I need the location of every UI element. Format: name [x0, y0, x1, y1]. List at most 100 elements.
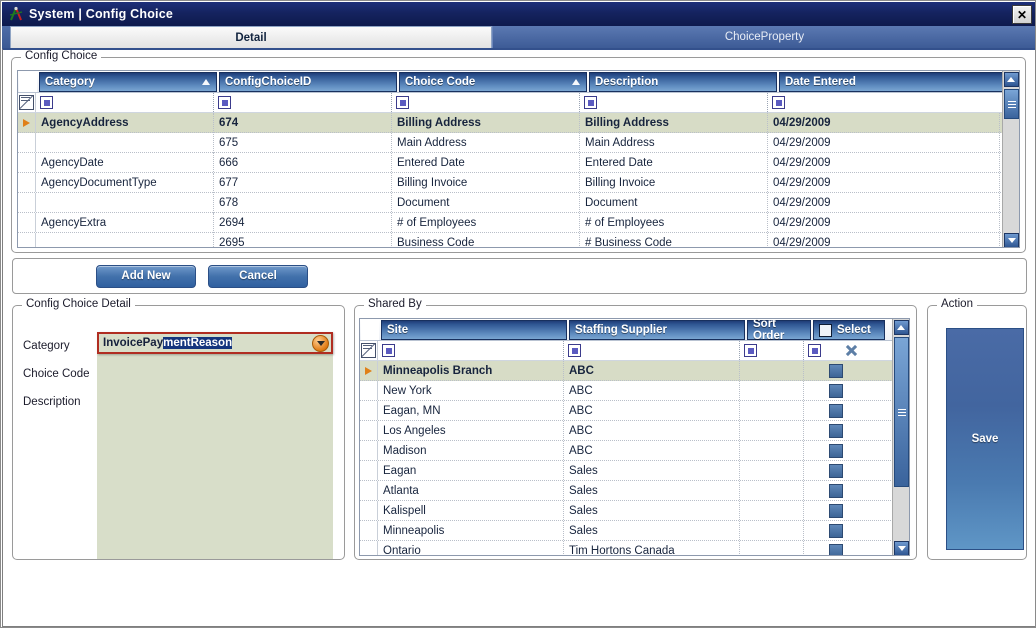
cell-select[interactable]	[804, 361, 876, 380]
cell-sort-order[interactable]	[740, 421, 804, 440]
table-row[interactable]: AgencyAddress 674 Billing Address Billing A…	[18, 113, 1019, 133]
clear-filter-icon[interactable]	[361, 343, 376, 358]
row-indicator-cell[interactable]	[18, 133, 36, 152]
category-combobox[interactable]: InvoicePaymentReason	[97, 332, 333, 354]
add-new-button[interactable]: Add New	[96, 264, 196, 288]
row-indicator-cell[interactable]	[360, 461, 378, 480]
cell-select[interactable]	[804, 521, 876, 540]
row-indicator-cell[interactable]	[360, 521, 378, 540]
column-header-sort-order[interactable]: Sort Order	[747, 319, 811, 342]
scroll-down-button[interactable]	[1004, 233, 1019, 247]
row-select-checkbox[interactable]	[828, 443, 843, 458]
row-indicator-cell[interactable]	[360, 541, 378, 555]
config-choice-vertical-scrollbar[interactable]	[1002, 71, 1019, 247]
cell-site[interactable]: New York	[378, 381, 564, 400]
row-indicator-cell[interactable]	[18, 153, 36, 172]
cell-site[interactable]: Kalispell	[378, 501, 564, 520]
filter-button-select[interactable]	[808, 344, 821, 357]
select-all-checkbox[interactable]	[819, 323, 832, 337]
table-row[interactable]: Kalispell Sales	[360, 501, 909, 521]
close-icon[interactable]: ✕	[1012, 5, 1032, 24]
cell-select[interactable]	[804, 441, 876, 460]
table-row[interactable]: AgencyDocumentType 677 Billing Invoice Bill…	[18, 173, 1019, 193]
chevron-down-icon[interactable]	[312, 334, 329, 352]
cell-sort-order[interactable]	[740, 441, 804, 460]
cell-date-entered[interactable]: 04/29/2009	[768, 113, 1000, 132]
table-row[interactable]: Los Angeles ABC	[360, 421, 909, 441]
cell-site[interactable]: Madison	[378, 441, 564, 460]
row-indicator-cell[interactable]	[18, 193, 36, 212]
row-indicator-cell[interactable]	[360, 441, 378, 460]
table-row[interactable]: 2695 Business Code # Business Code 04/29/20…	[18, 232, 1019, 247]
table-row[interactable]: AgencyExtra 2694 # of Employees # of Employ…	[18, 213, 1019, 233]
cell-staffing-supplier[interactable]: ABC	[564, 361, 740, 380]
row-select-checkbox[interactable]	[828, 543, 843, 555]
table-row[interactable]: Ontario Tim Hortons Canada	[360, 541, 909, 555]
cell-staffing-supplier[interactable]: Sales	[564, 481, 740, 500]
cell-choice-code[interactable]: Entered Date	[392, 153, 580, 172]
save-button[interactable]: Save	[946, 328, 1024, 550]
row-select-checkbox[interactable]	[828, 503, 843, 518]
tab-choiceproperty[interactable]: ChoiceProperty	[492, 26, 1035, 48]
cell-choice-code[interactable]: # of Employees	[392, 213, 580, 232]
cell-category[interactable]: AgencyExtra	[36, 213, 214, 233]
cell-select[interactable]	[804, 461, 876, 480]
filter-button-configchoiceid[interactable]	[218, 96, 231, 109]
shared-by-vertical-scrollbar[interactable]	[892, 319, 909, 555]
table-row[interactable]: New York ABC	[360, 381, 909, 401]
row-select-checkbox[interactable]	[828, 523, 843, 538]
cell-date-entered[interactable]: 04/29/2009	[768, 193, 1000, 212]
row-indicator-cell[interactable]	[360, 361, 378, 380]
cell-site[interactable]: Ontario	[378, 541, 564, 555]
cell-configchoiceid[interactable]: 674	[214, 113, 392, 132]
cell-description[interactable]: Billing Invoice	[580, 173, 768, 192]
cell-date-entered[interactable]: 04/29/2009	[768, 213, 1000, 232]
cell-configchoiceid[interactable]: 2695	[214, 233, 392, 247]
row-select-checkbox[interactable]	[828, 383, 843, 398]
table-row[interactable]: Eagan, MN ABC	[360, 401, 909, 421]
cell-date-entered[interactable]: 04/29/2009	[768, 173, 1000, 192]
column-header-configchoiceid[interactable]: ConfigChoiceID	[219, 72, 397, 92]
scroll-down-button[interactable]	[894, 541, 909, 555]
cell-choice-code[interactable]: Billing Address	[392, 113, 580, 132]
cell-staffing-supplier[interactable]: Sales	[564, 461, 740, 480]
cell-date-entered[interactable]: 04/29/2009	[768, 153, 1000, 172]
cell-staffing-supplier[interactable]: ABC	[564, 381, 740, 400]
clear-selection-icon[interactable]	[845, 344, 858, 357]
cell-select[interactable]	[804, 481, 876, 500]
filter-button-date-entered[interactable]	[772, 96, 785, 109]
table-row[interactable]: Atlanta Sales	[360, 481, 909, 501]
cell-site[interactable]: Minneapolis Branch	[378, 361, 564, 380]
row-indicator-cell[interactable]	[360, 501, 378, 520]
cell-choice-code[interactable]: Billing Invoice	[392, 173, 580, 192]
cell-sort-order[interactable]	[740, 541, 804, 555]
row-indicator-cell[interactable]	[18, 233, 36, 247]
shared-by-grid[interactable]: Site Staffing Supplier Sort Order Select	[359, 318, 910, 556]
cell-select[interactable]	[804, 421, 876, 440]
shared-by-filter-row[interactable]	[360, 341, 909, 361]
cell-sort-order[interactable]	[740, 381, 804, 400]
cell-sort-order[interactable]	[740, 361, 804, 380]
column-header-description[interactable]: Description	[589, 72, 777, 92]
row-select-checkbox[interactable]	[828, 403, 843, 418]
cell-select[interactable]	[804, 541, 876, 555]
cell-staffing-supplier[interactable]: ABC	[564, 441, 740, 460]
cell-staffing-supplier[interactable]: ABC	[564, 401, 740, 420]
scrollbar-thumb[interactable]	[1004, 89, 1019, 119]
row-select-checkbox[interactable]	[828, 463, 843, 478]
cell-sort-order[interactable]	[740, 481, 804, 500]
row-select-checkbox[interactable]	[828, 423, 843, 438]
scrollbar-thumb[interactable]	[894, 337, 909, 487]
table-row[interactable]: AgencyDate 666 Entered Date Entered Date 04/…	[18, 153, 1019, 173]
scroll-up-button[interactable]	[1003, 72, 1019, 87]
filter-button-sort-order[interactable]	[744, 344, 757, 357]
cell-select[interactable]	[804, 381, 876, 400]
cell-description[interactable]: Main Address	[580, 133, 768, 152]
cell-description[interactable]: # Business Code	[580, 233, 768, 247]
cell-site[interactable]: Eagan, MN	[378, 401, 564, 420]
filter-button-choice-code[interactable]	[396, 96, 409, 109]
shared-by-grid-body[interactable]: Minneapolis Branch ABC New York ABC Eagan, M…	[360, 361, 909, 555]
column-header-site[interactable]: Site	[381, 320, 567, 340]
filter-button-description[interactable]	[584, 96, 597, 109]
cell-site[interactable]: Eagan	[378, 461, 564, 480]
